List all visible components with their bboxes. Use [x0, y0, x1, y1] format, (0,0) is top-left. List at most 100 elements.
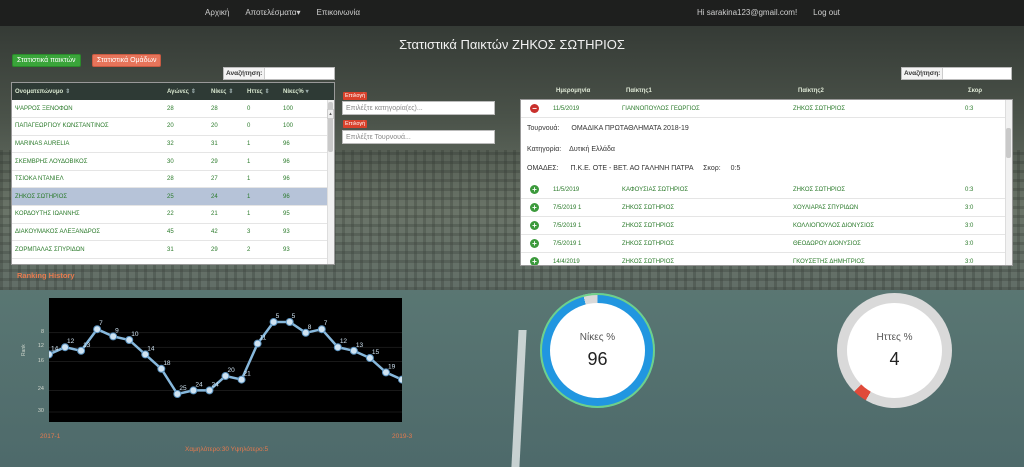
match-row[interactable]: +7/5/2019 1 ΖΗΚΟΣ ΣΩΤΗΡΙΟΣ ΚΟΛΛΙΟΠΟΥΛΟΣ ΔΙ…	[521, 217, 1007, 235]
x-axis-end: 2019-3	[392, 433, 413, 440]
category-select[interactable]: Επιλέξτε κατηγορία(ες)...	[342, 101, 495, 115]
ranking-point-label: 7	[324, 320, 328, 327]
expand-icon[interactable]: +	[530, 185, 539, 194]
player-cell: MARINAS AURELIA	[12, 135, 164, 154]
header-matches[interactable]: Αγώνες ⇕	[164, 83, 208, 100]
teams-stats-button[interactable]: Στατιστικά Ομάδων	[92, 54, 162, 67]
scroll-up-icon[interactable]: ▴	[327, 109, 334, 119]
header-date[interactable]: Ημερομηνία	[556, 88, 590, 94]
ranking-point-label: 12	[340, 338, 348, 345]
ranking-footer: Χαμηλότερο:30 Υψηλότερο:5	[185, 446, 269, 453]
match-cell: ΧΟΥΛΙΑΡΑΣ ΣΠΥΡΙΔΩΝ	[793, 205, 859, 211]
player-cell: 21	[208, 205, 244, 224]
nav-left: Αρχική Αποτελέσματα▾ Επικοινωνία	[205, 8, 360, 17]
header-name[interactable]: Ονοματεπώνυμο ⇕	[12, 83, 164, 100]
nav-contact[interactable]: Επικοινωνία	[317, 8, 360, 17]
player-cell: 95	[280, 205, 334, 224]
match-cell: 3:0	[965, 259, 974, 265]
ranking-point[interactable]	[398, 375, 406, 384]
y-tick-label: 8	[40, 328, 44, 335]
match-cell: 11/5/2019	[553, 187, 580, 193]
player-cell: 25	[164, 187, 208, 207]
tournament-select[interactable]: Επιλέξτε Τουρνουά...	[342, 130, 495, 144]
ranking-point-label: 14	[147, 345, 155, 352]
ranking-point-label: 5	[292, 313, 296, 320]
detail-teams-value: Π.Κ.Ε. ΟΤΕ - ΒΕΤ. ΑΟ ΓΑΛΗΝΗ ΠΑΤΡΑ	[570, 165, 694, 172]
match-cell: 7/5/2019 1	[553, 241, 582, 247]
y-tick-label: 24	[37, 386, 44, 393]
player-row[interactable]: ΨΑΡΡΟΣ ΞΕΝΟΦΩΝ 28 28 0 100	[12, 100, 334, 119]
header-win-pct[interactable]: Νίκες% ▾	[280, 83, 334, 100]
detail-tournament-label: Τουρνουά:	[527, 125, 560, 132]
nav-results-label: Αποτελέσματα	[245, 8, 297, 17]
match-cell: ΖΗΚΟΣ ΣΩΤΗΡΙΟΣ	[622, 223, 675, 229]
player-cell: 96	[280, 152, 334, 171]
ranking-point-label: 13	[356, 342, 364, 349]
match-cell: ΖΗΚΟΣ ΣΩΤΗΡΙΟΣ	[622, 205, 675, 211]
match-row[interactable]: +11/5/2019 ΚΑΦΟΥΣΙΑΣ ΣΩΤΗΡΙΟΣ ΖΗΚΟΣ ΣΩΤΗΡΙ…	[521, 181, 1007, 199]
expand-icon[interactable]: +	[530, 239, 539, 248]
player-cell: 29	[208, 240, 244, 259]
player-row[interactable]: ΠΑΠΑΓΕΩΡΓΙΟΥ ΚΩΝΣΤΑΝΤΙΝΟΣ 20 20 0 100	[12, 117, 334, 136]
header-player2[interactable]: Παίκτης2	[798, 88, 824, 94]
navbar: Αρχική Αποτελέσματα▾ Επικοινωνία Hi sara…	[0, 0, 1024, 26]
match-row[interactable]: +7/5/2019 1 ΖΗΚΟΣ ΣΩΤΗΡΙΟΣ ΘΕΟΔΩΡΟΥ ΔΙΟΝΥΣ…	[521, 235, 1007, 253]
match-row-expanded[interactable]: − 11/5/2019 ΓΙΑΝΝΟΠΟΥΛΟΣ ΓΕΩΡΓΙΟΣ ΖΗΚΟΣ …	[521, 100, 1007, 118]
header-score[interactable]: Σκορ	[968, 88, 982, 94]
header-win-pct-label: Νίκες%	[283, 89, 304, 95]
expand-icon[interactable]: +	[530, 203, 539, 212]
category-select-label: Επιλογή	[343, 92, 368, 100]
players-search-label: Αναζήτηση:	[224, 68, 266, 79]
match-date: 11/5/2019	[553, 106, 580, 112]
y-tick-label: 30	[37, 408, 44, 414]
nav-user[interactable]: Hi sarakina123@gmail.com!	[697, 8, 797, 17]
ranking-history-title: Ranking History	[17, 271, 75, 280]
ranking-point-label: 15	[372, 349, 380, 356]
matches-scrollbar[interactable]	[1005, 100, 1012, 265]
match-cell: ΘΕΟΔΩΡΟΥ ΔΙΟΝΥΣΙΟΣ	[793, 241, 861, 247]
detail-category: Κατηγορία: Δυτική Ελλάδα	[527, 146, 615, 153]
header-wins[interactable]: Νίκες ⇕	[208, 83, 244, 100]
ranking-chart: 1412137910141825242420211155871213151921	[45, 298, 412, 422]
expand-icon[interactable]: +	[530, 257, 539, 265]
player-row[interactable]: MARINAS AURELIA 32 31 1 96	[12, 135, 334, 154]
match-cell: 7/5/2019 1	[553, 223, 582, 229]
page-title: Στατιστικά Παικτών ΖΗΚΟΣ ΣΩΤΗΡΙΟΣ	[399, 37, 625, 52]
players-stats-button[interactable]: Στατιστικά παικτών	[12, 54, 81, 67]
player-row[interactable]: ΖΗΚΟΣ ΣΩΤΗΡΙΟΣ 25 24 1 96	[12, 187, 334, 207]
player-cell: 32	[164, 135, 208, 154]
player-row[interactable]: ΚΟΡΔΟΥΤΗΣ ΙΩΑΝΝΗΣ 22 21 1 95	[12, 205, 334, 224]
match-cell: ΖΗΚΟΣ ΣΩΤΗΡΙΟΣ	[793, 187, 846, 193]
ranking-point-label: 13	[83, 342, 91, 349]
sort-desc-icon: ▾	[305, 89, 309, 95]
caret-down-icon: ▾	[296, 8, 301, 17]
sort-icon: ⇕	[228, 89, 234, 95]
player-row[interactable]: ΖΟΡΜΠΑΛΑΣ ΣΠΥΡΙΔΩΝ 31 29 2 93	[12, 240, 334, 259]
collapse-icon[interactable]: −	[530, 104, 539, 113]
header-losses[interactable]: Ηττες ⇕	[244, 83, 280, 100]
players-search-input[interactable]	[265, 68, 334, 79]
header-wins-label: Νίκες	[211, 89, 227, 95]
ranking-point-label: 12	[67, 338, 75, 345]
expand-icon[interactable]: +	[530, 221, 539, 230]
player-cell: 96	[280, 187, 334, 207]
player-row[interactable]: ΔΙΑΚΟΥΜΑΚΟΣ ΑΛΕΞΑΝΔΡΟΣ 45 42 3 93	[12, 223, 334, 242]
player-cell: ΚΟΡΔΟΥΤΗΣ ΙΩΑΝΝΗΣ	[12, 205, 164, 224]
detail-category-label: Κατηγορία:	[527, 146, 562, 153]
x-axis-start: 2017-1	[40, 433, 61, 440]
detail-teams-label: ΟΜΑΔΕΣ:	[527, 165, 559, 172]
header-player1[interactable]: Παίκτης1	[626, 88, 652, 94]
nav-home[interactable]: Αρχική	[205, 8, 229, 17]
match-row[interactable]: +7/5/2019 1 ΖΗΚΟΣ ΣΩΤΗΡΙΟΣ ΧΟΥΛΙΑΡΑΣ ΣΠΥΡΙ…	[521, 199, 1007, 217]
player-cell: 100	[280, 100, 334, 119]
player-cell: 28	[208, 100, 244, 119]
header-matches-label: Αγώνες	[167, 89, 189, 95]
nav-logout[interactable]: Log out	[813, 8, 840, 17]
player-row[interactable]: ΤΣΙΟΚΑ ΝΤΑΝΙΕΛ 28 27 1 96	[12, 170, 334, 189]
matches-scroll-thumb[interactable]	[1006, 128, 1011, 158]
matches-search-input[interactable]	[943, 68, 1011, 79]
player-row[interactable]: ΣΚΕΜΒΡΗΣ ΛΟΥΔΟΒΙΚΟΣ 30 29 1 96	[12, 152, 334, 171]
player-cell: 45	[164, 223, 208, 242]
nav-results[interactable]: Αποτελέσματα▾	[245, 8, 300, 17]
match-row[interactable]: +14/4/2019 ΖΗΚΟΣ ΣΩΤΗΡΙΟΣ ΓΚΟΥΣΕΤΗΣ ΔΗΜΗΤΡ…	[521, 253, 1007, 265]
